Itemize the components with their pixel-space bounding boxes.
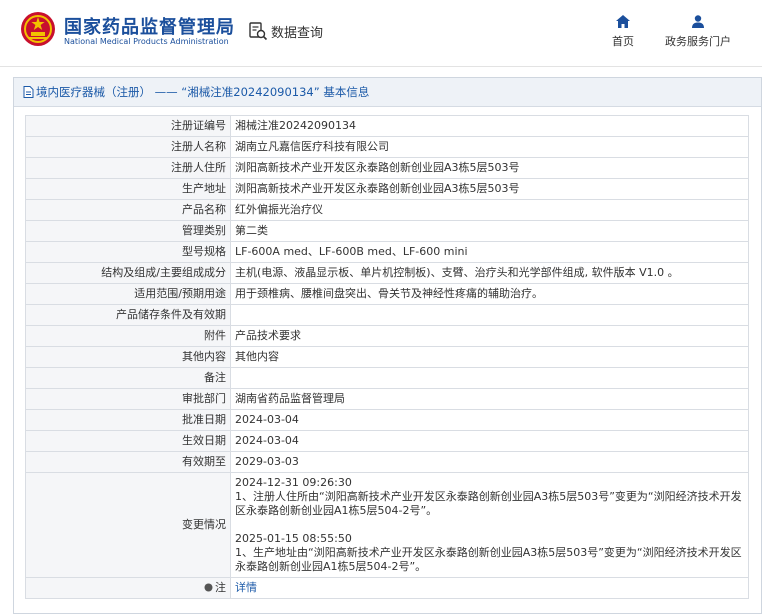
field-value: 其他内容 <box>230 346 749 368</box>
field-label: 产品名称 <box>25 199 231 221</box>
data-query-link[interactable]: 数据查询 <box>248 20 323 42</box>
field-value: 湘械注准20242090134 <box>230 115 749 137</box>
field-value: 湖南立凡嘉信医疗科技有限公司 <box>230 136 749 158</box>
field-value: 2024-03-04 <box>230 409 749 431</box>
field-value: 浏阳高新技术产业开发区永泰路创新创业园A3栋5层503号 <box>230 178 749 200</box>
panel-title: 境内医疗器械（注册） —— “湘械注准20242090134” 基本信息 <box>36 85 370 99</box>
note-label-cell: 注 <box>25 577 231 599</box>
table-row: 注册人名称 湖南立凡嘉信医疗科技有限公司 <box>25 136 749 158</box>
table-row: 管理类别 第二类 <box>25 220 749 242</box>
field-label: 注册人名称 <box>25 136 231 158</box>
header-divider <box>0 66 762 67</box>
field-label: 生效日期 <box>25 430 231 452</box>
nav-portal-label: 政务服务门户 <box>665 35 731 48</box>
national-emblem-icon <box>21 12 55 46</box>
table-row: 生产地址 浏阳高新技术产业开发区永泰路创新创业园A3栋5层503号 <box>25 178 749 200</box>
field-label: 变更情况 <box>25 472 231 578</box>
field-value: 第二类 <box>230 220 749 242</box>
field-value <box>230 304 749 326</box>
field-label: 审批部门 <box>25 388 231 410</box>
data-search-icon <box>249 22 268 41</box>
table-row: 适用范围/预期用途 用于颈椎病、腰椎间盘突出、骨关节及神经性疼痛的辅助治疗。 <box>25 283 749 305</box>
agency-name-en: National Medical Products Administration <box>64 37 229 46</box>
field-value: 用于颈椎病、腰椎间盘突出、骨关节及神经性疼痛的辅助治疗。 <box>230 283 749 305</box>
table-row: 型号规格 LF-600A med、LF-600B med、LF-600 mini <box>25 241 749 263</box>
field-value: 红外偏振光治疗仪 <box>230 199 749 221</box>
field-label: 注册证编号 <box>25 115 231 137</box>
nav-home[interactable]: 首页 <box>612 15 634 49</box>
field-label: 适用范围/预期用途 <box>25 283 231 305</box>
field-label: 其他内容 <box>25 346 231 368</box>
field-label: 结构及组成/主要组成成分 <box>25 262 231 284</box>
field-value: 2029-03-03 <box>230 451 749 473</box>
table-row-note: 注详情 <box>25 577 749 599</box>
change-description: 1、生产地址由“浏阳高新技术产业开发区永泰路创新创业园A3栋5层503号”变更为… <box>235 546 742 573</box>
field-value: 2024-03-04 <box>230 430 749 452</box>
change-spacer <box>235 518 744 532</box>
note-value: 详情 <box>230 577 749 599</box>
basic-info-panel: 境内医疗器械（注册） —— “湘械注准20242090134” 基本信息 注册证… <box>13 77 762 614</box>
field-value: 湖南省药品监督管理局 <box>230 388 749 410</box>
table-row: 审批部门 湖南省药品监督管理局 <box>25 388 749 410</box>
table-row: 生效日期 2024-03-04 <box>25 430 749 452</box>
change-history: 2024-12-31 09:26:30 1、注册人住所由“浏阳高新技术产业开发区永… <box>230 472 749 578</box>
field-label: 产品储存条件及有效期 <box>25 304 231 326</box>
field-label: 附件 <box>25 325 231 347</box>
nav-service-portal[interactable]: 政务服务门户 <box>665 15 731 49</box>
device-info-table: 注册证编号 湘械注准20242090134 注册人名称 湖南立凡嘉信医疗科技有限公司注… <box>25 115 749 599</box>
nav-home-label: 首页 <box>612 35 634 48</box>
change-timestamp: 2025-01-15 08:55:50 <box>235 532 352 545</box>
user-icon <box>692 15 704 28</box>
table-row: 注册人住所 浏阳高新技术产业开发区永泰路创新创业园A3栋5层503号 <box>25 157 749 179</box>
change-timestamp: 2024-12-31 09:26:30 <box>235 476 352 489</box>
document-icon <box>23 86 34 98</box>
field-label: 型号规格 <box>25 241 231 263</box>
table-row: 产品储存条件及有效期 <box>25 304 749 326</box>
table-row: 备注 <box>25 367 749 389</box>
data-query-label: 数据查询 <box>271 25 324 41</box>
details-link[interactable]: 详情 <box>235 581 257 594</box>
field-value: 浏阳高新技术产业开发区永泰路创新创业园A3栋5层503号 <box>230 157 749 179</box>
site-header: 国家药品监督管理局 National Medical Products Admi… <box>0 0 762 66</box>
field-label: 批准日期 <box>25 409 231 431</box>
agency-name-cn: 国家药品监督管理局 <box>64 17 235 38</box>
field-label: 备注 <box>25 367 231 389</box>
table-row: 附件 产品技术要求 <box>25 325 749 347</box>
note-label: 注 <box>215 581 226 594</box>
field-value: LF-600A med、LF-600B med、LF-600 mini <box>230 241 749 263</box>
change-description: 1、注册人住所由“浏阳高新技术产业开发区永泰路创新创业园A3栋5层503号”变更… <box>235 490 742 517</box>
home-icon <box>616 15 630 28</box>
panel-header: 境内医疗器械（注册） —— “湘械注准20242090134” 基本信息 <box>14 78 761 107</box>
table-row: 其他内容 其他内容 <box>25 346 749 368</box>
field-label: 有效期至 <box>25 451 231 473</box>
table-row-change-history: 变更情况 2024-12-31 09:26:30 1、注册人住所由“浏阳高新技术产业… <box>25 472 749 578</box>
table-row: 有效期至 2029-03-03 <box>25 451 749 473</box>
info-bullet-icon <box>204 583 213 592</box>
table-row: 批准日期 2024-03-04 <box>25 409 749 431</box>
table-row: 注册证编号 湘械注准20242090134 <box>25 115 749 137</box>
table-row: 结构及组成/主要组成成分 主机(电源、液晶显示板、单片机控制板)、支臂、治疗头和光… <box>25 262 749 284</box>
field-label: 生产地址 <box>25 178 231 200</box>
field-label: 注册人住所 <box>25 157 231 179</box>
field-value: 主机(电源、液晶显示板、单片机控制板)、支臂、治疗头和光学部件组成, 软件版本 … <box>230 262 749 284</box>
table-row: 产品名称 红外偏振光治疗仪 <box>25 199 749 221</box>
field-label: 管理类别 <box>25 220 231 242</box>
field-value: 产品技术要求 <box>230 325 749 347</box>
field-value <box>230 367 749 389</box>
